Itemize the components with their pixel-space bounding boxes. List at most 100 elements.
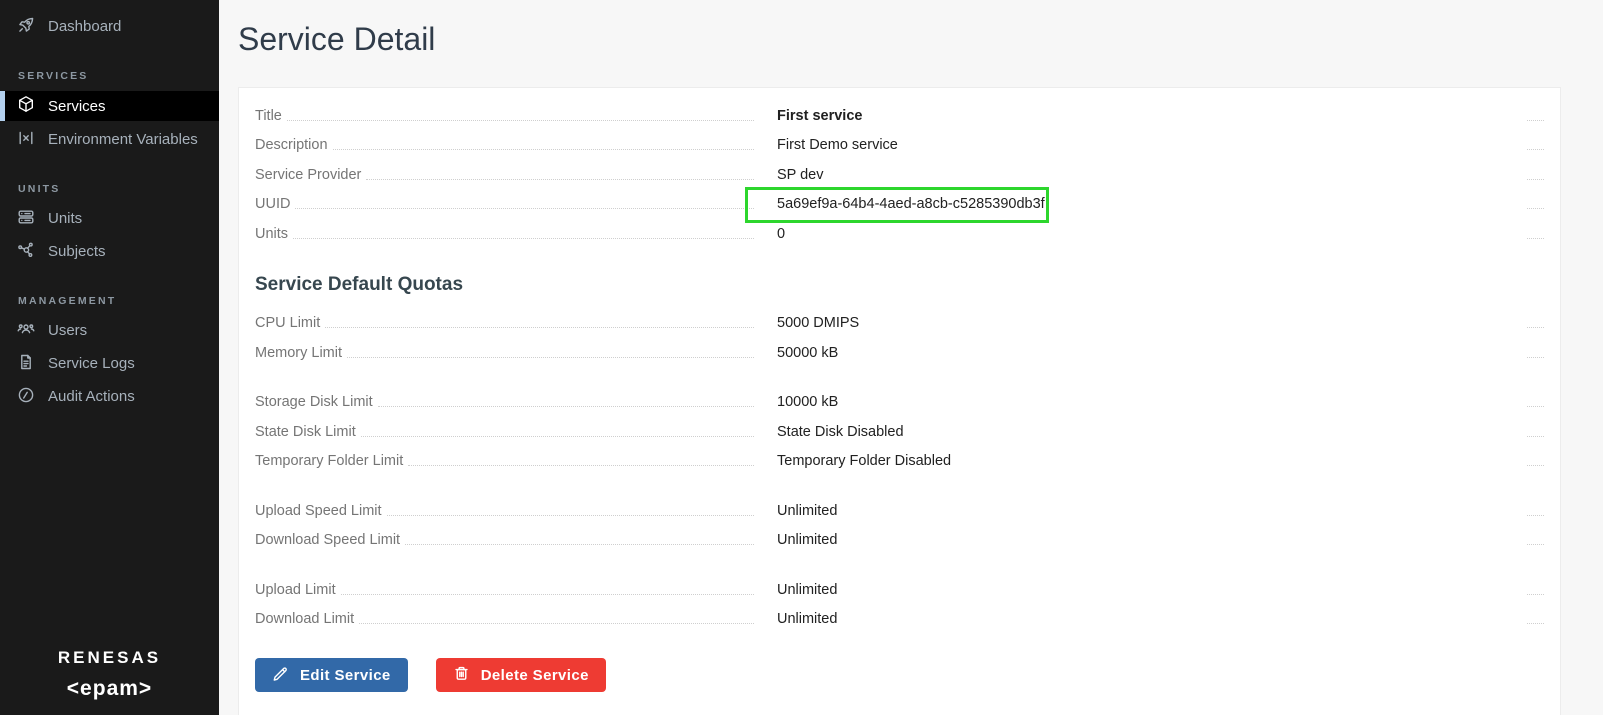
sidebar-item-environment-variables[interactable]: Environment Variables [0,123,219,156]
row-value: Unlimited [777,532,838,548]
row-value: State Disk Disabled [777,423,904,440]
detail-row-service-provider: Service Provider SP dev [255,158,1544,188]
delete-service-button[interactable]: Delete Service [435,658,606,692]
dotted-leader [347,356,754,358]
sidebar-item-label: Units [48,210,83,227]
dotted-trail [1527,544,1544,545]
action-buttons: Edit Service Delete Service [255,658,1544,692]
sidebar-section-header-management: MANAGEMENT [18,295,117,307]
sidebar-item-users[interactable]: Users [0,314,219,347]
page-title: Service Detail [238,21,436,57]
cube-icon [17,95,35,117]
sidebar-item-subjects[interactable]: Subjects [0,235,219,268]
sidebar-item-label: Users [48,322,88,339]
sidebar-item-label: Dashboard [48,18,122,35]
dotted-leader [405,544,754,545]
dotted-trail [1527,237,1544,239]
quota-row-upload-limit: Upload Limit Unlimited [255,573,1544,603]
row-value: Unlimited [777,611,838,627]
trash-icon [453,665,470,686]
variables-icon [17,129,35,151]
active-indicator-bar [0,91,5,121]
row-value: Unlimited [777,581,838,598]
users-group-icon [17,320,35,342]
document-icon [17,353,35,375]
dotted-trail [1527,465,1544,466]
row-value: 0 [777,225,786,242]
dotted-trail [1527,356,1544,358]
sidebar-section-header-services: SERVICES [18,70,89,82]
dotted-trail [1527,593,1544,595]
dotted-trail [1527,149,1544,150]
row-label: Memory Limit [255,344,343,361]
sidebar-item-audit-actions[interactable]: Audit Actions [0,380,219,413]
row-value: Unlimited [777,502,838,519]
clock-icon [17,386,35,408]
quota-row-memory-limit: Memory Limit 50000 kB [255,336,1544,366]
dotted-trail [1527,178,1544,180]
row-label: Storage Disk Limit [255,394,373,410]
dotted-leader [340,593,754,595]
pencil-icon [272,665,289,686]
row-label: Upload Speed Limit [255,502,382,519]
row-value-uuid: 5a69ef9a-64b4-4aed-a8cb-c5285390db3f [745,187,1527,223]
dotted-trail [1527,208,1544,209]
quota-group-speed: Upload Speed Limit Unlimited Download Sp… [255,494,1544,553]
row-label: Description [255,137,328,153]
edit-service-button[interactable]: Edit Service [255,658,408,692]
sidebar-item-dashboard[interactable]: Dashboard [0,10,219,43]
main-content: Service Detail Title First service Descr… [219,0,1603,715]
sidebar-item-label: Services [48,97,106,115]
dotted-trail [1527,435,1544,437]
row-value: First Demo service [777,137,898,153]
delete-service-label: Delete Service [480,666,589,684]
app-window: Dashboard SERVICES Services Environment … [0,0,1603,715]
dotted-trail [1527,623,1544,624]
dotted-leader [408,465,754,466]
renesas-logo: RENESAS [57,648,162,667]
sidebar-item-units[interactable]: Units [0,202,219,235]
sidebar-item-service-logs[interactable]: Service Logs [0,347,219,380]
row-label: UUID [255,196,291,212]
sidebar-section-header-units: UNITS [18,183,61,195]
dotted-trail [1527,406,1544,407]
quota-row-upload-speed-limit: Upload Speed Limit Unlimited [255,494,1544,524]
row-label: Download Speed Limit [255,532,401,548]
rocket-icon [17,16,35,38]
quota-row-download-speed-limit: Download Speed Limit Unlimited [255,524,1544,554]
quota-row-download-limit: Download Limit Unlimited [255,603,1544,633]
row-value: First service [777,107,863,124]
sidebar-item-services[interactable]: Services [0,91,219,121]
detail-row-description: Description First Demo service [255,129,1544,159]
sidebar-item-label: Audit Actions [48,388,135,405]
row-label: Title [255,107,282,124]
quota-row-storage-disk-limit: Storage Disk Limit 10000 kB [255,386,1544,416]
row-value: Temporary Folder Disabled [777,453,952,469]
row-label: CPU Limit [255,315,321,331]
dotted-leader [386,514,754,516]
sidebar-item-label: Environment Variables [48,131,198,148]
quota-group-storage: Storage Disk Limit 10000 kB State Disk L… [255,386,1544,475]
detail-row-units: Units 0 [255,217,1544,247]
uuid-text: 5a69ef9a-64b4-4aed-a8cb-c5285390db3f [777,196,1045,212]
quota-group-transfer: Upload Limit Unlimited Download Limit Un… [255,573,1544,632]
dotted-trail [1527,327,1544,328]
service-detail-card: Title First service Description First De… [238,87,1561,715]
dotted-leader [293,237,754,239]
quota-row-state-disk-limit: State Disk Limit State Disk Disabled [255,415,1544,445]
row-label: Temporary Folder Limit [255,453,404,469]
dotted-leader [295,208,754,209]
dotted-leader [332,149,754,150]
row-value: 5000 DMIPS [777,315,860,331]
row-label: Upload Limit [255,581,336,598]
detail-row-uuid: UUID 5a69ef9a-64b4-4aed-a8cb-c5285390db3… [255,187,1544,223]
dotted-trail [1527,514,1544,516]
quota-row-cpu-limit: CPU Limit 5000 DMIPS [255,307,1544,337]
row-value: 10000 kB [777,394,839,410]
row-label: Units [255,225,289,242]
dotted-leader [286,119,754,121]
server-stack-icon [17,208,35,230]
dotted-leader [377,406,754,407]
dotted-leader [360,435,754,437]
quotas-heading: Service Default Quotas [255,273,464,295]
